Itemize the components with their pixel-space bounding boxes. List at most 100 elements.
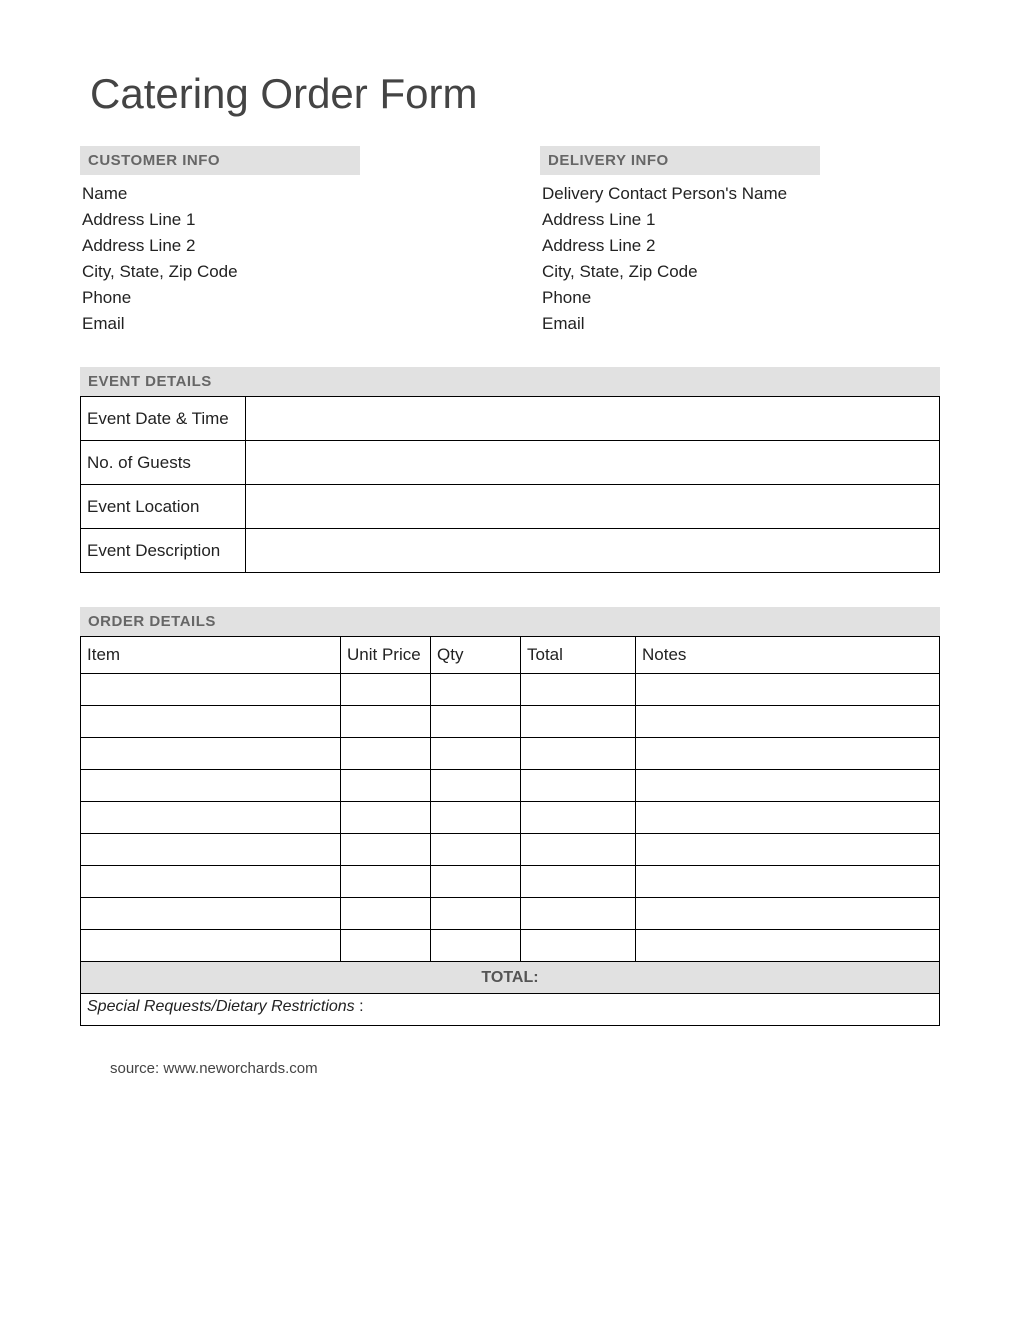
order-notes[interactable] — [636, 866, 940, 898]
order-qty[interactable] — [431, 738, 521, 770]
order-notes[interactable] — [636, 930, 940, 962]
order-unit-price[interactable] — [341, 834, 431, 866]
order-unit-price[interactable] — [341, 898, 431, 930]
order-row — [81, 706, 940, 738]
event-details-header: EVENT DETAILS — [80, 367, 940, 396]
customer-field: Phone — [82, 285, 480, 311]
order-details-header: ORDER DETAILS — [80, 607, 940, 636]
order-row — [81, 930, 940, 962]
event-label: Event Date & Time — [81, 397, 246, 441]
order-qty[interactable] — [431, 674, 521, 706]
order-total-row: TOTAL: — [81, 962, 940, 994]
special-requests-cell[interactable]: Special Requests/Dietary Restrictions : — [81, 994, 940, 1026]
col-item: Item — [81, 637, 341, 674]
col-notes: Notes — [636, 637, 940, 674]
delivery-field: Address Line 1 — [542, 207, 940, 233]
event-label: Event Location — [81, 485, 246, 529]
order-item[interactable] — [81, 802, 341, 834]
order-unit-price[interactable] — [341, 770, 431, 802]
event-label: Event Description — [81, 529, 246, 573]
special-requests-row: Special Requests/Dietary Restrictions : — [81, 994, 940, 1026]
delivery-field: City, State, Zip Code — [542, 259, 940, 285]
order-row — [81, 738, 940, 770]
order-row — [81, 802, 940, 834]
order-total[interactable] — [521, 738, 636, 770]
order-item[interactable] — [81, 834, 341, 866]
customer-field: Name — [82, 181, 480, 207]
order-notes[interactable] — [636, 738, 940, 770]
order-total[interactable] — [521, 770, 636, 802]
order-qty[interactable] — [431, 898, 521, 930]
event-details-section: EVENT DETAILS Event Date & Time No. of G… — [80, 367, 940, 573]
order-notes[interactable] — [636, 674, 940, 706]
delivery-field: Address Line 2 — [542, 233, 940, 259]
order-row — [81, 866, 940, 898]
order-qty[interactable] — [431, 930, 521, 962]
order-qty[interactable] — [431, 866, 521, 898]
order-total[interactable] — [521, 674, 636, 706]
order-details-section: ORDER DETAILS Item Unit Price Qty Total … — [80, 607, 940, 1026]
order-total[interactable] — [521, 706, 636, 738]
special-requests-label: Special Requests/Dietary Restrictions — [87, 998, 355, 1015]
order-row — [81, 834, 940, 866]
order-qty[interactable] — [431, 770, 521, 802]
page-title: Catering Order Form — [90, 70, 940, 118]
order-total[interactable] — [521, 834, 636, 866]
customer-field: Address Line 1 — [82, 207, 480, 233]
order-qty[interactable] — [431, 706, 521, 738]
order-item[interactable] — [81, 706, 341, 738]
order-unit-price[interactable] — [341, 706, 431, 738]
order-header-row: Item Unit Price Qty Total Notes — [81, 637, 940, 674]
order-total[interactable] — [521, 930, 636, 962]
event-row: Event Description — [81, 529, 940, 573]
order-unit-price[interactable] — [341, 930, 431, 962]
order-item[interactable] — [81, 898, 341, 930]
event-value[interactable] — [246, 529, 940, 573]
event-value[interactable] — [246, 485, 940, 529]
order-notes[interactable] — [636, 834, 940, 866]
order-unit-price[interactable] — [341, 674, 431, 706]
event-value[interactable] — [246, 397, 940, 441]
order-row — [81, 674, 940, 706]
order-total[interactable] — [521, 802, 636, 834]
order-total[interactable] — [521, 866, 636, 898]
customer-field: City, State, Zip Code — [82, 259, 480, 285]
customer-field: Email — [82, 311, 480, 337]
order-row — [81, 898, 940, 930]
order-unit-price[interactable] — [341, 738, 431, 770]
delivery-field: Delivery Contact Person's Name — [542, 181, 940, 207]
order-qty[interactable] — [431, 802, 521, 834]
event-row: Event Location — [81, 485, 940, 529]
order-notes[interactable] — [636, 802, 940, 834]
customer-info-header: CUSTOMER INFO — [80, 146, 360, 175]
order-item[interactable] — [81, 738, 341, 770]
order-item[interactable] — [81, 770, 341, 802]
order-item[interactable] — [81, 930, 341, 962]
col-qty: Qty — [431, 637, 521, 674]
event-label: No. of Guests — [81, 441, 246, 485]
order-unit-price[interactable] — [341, 866, 431, 898]
order-item[interactable] — [81, 866, 341, 898]
order-qty[interactable] — [431, 834, 521, 866]
order-unit-price[interactable] — [341, 802, 431, 834]
event-row: Event Date & Time — [81, 397, 940, 441]
event-row: No. of Guests — [81, 441, 940, 485]
delivery-info-header: DELIVERY INFO — [540, 146, 820, 175]
customer-field: Address Line 2 — [82, 233, 480, 259]
order-item[interactable] — [81, 674, 341, 706]
order-total[interactable] — [521, 898, 636, 930]
customer-info-section: CUSTOMER INFO Name Address Line 1 Addres… — [80, 146, 480, 337]
order-total-label: TOTAL: — [81, 962, 940, 994]
delivery-info-section: DELIVERY INFO Delivery Contact Person's … — [540, 146, 940, 337]
delivery-field: Email — [542, 311, 940, 337]
event-value[interactable] — [246, 441, 940, 485]
order-notes[interactable] — [636, 706, 940, 738]
order-row — [81, 770, 940, 802]
special-requests-suffix: : — [355, 998, 364, 1015]
order-notes[interactable] — [636, 770, 940, 802]
col-unit-price: Unit Price — [341, 637, 431, 674]
col-total: Total — [521, 637, 636, 674]
order-notes[interactable] — [636, 898, 940, 930]
source-text: source: www.neworchards.com — [110, 1060, 940, 1077]
delivery-field: Phone — [542, 285, 940, 311]
